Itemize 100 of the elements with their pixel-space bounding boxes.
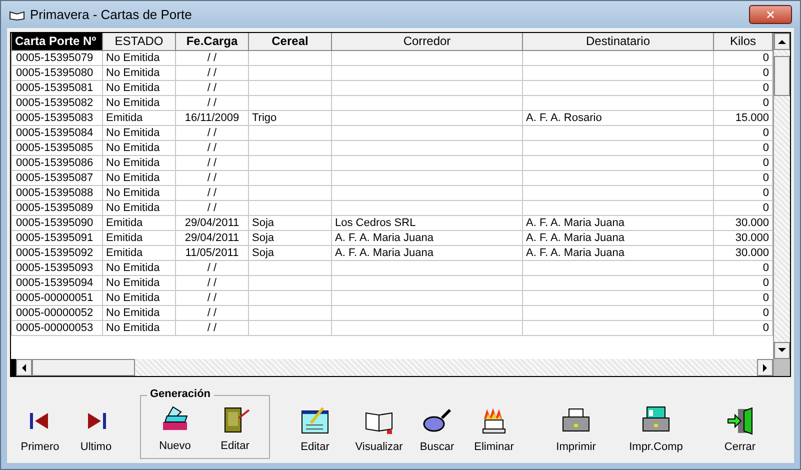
scroll-thumb[interactable] [774,56,790,96]
table-cell: 0 [762,142,769,154]
group-title: Generación [147,388,214,400]
table-cell: No Emitida [106,262,160,274]
table-cell: / / [207,172,217,184]
table-cell: Trigo [252,112,277,124]
table-cell: Soja [252,246,274,258]
scroll-up-button[interactable] [774,33,790,50]
scroll-left-button[interactable] [16,359,32,376]
scrollbar-corner [774,359,790,376]
table-cell: 0 [762,52,769,64]
first-button[interactable]: Primero [16,405,64,461]
book-icon [9,8,25,20]
table-cell: A. F. A. Maria Juana [526,246,624,258]
table-cell: 0 [762,262,769,274]
up-arrow-icon [778,39,786,44]
table-cell: 0 [762,306,769,318]
table-cell: / / [207,202,217,214]
table-cell: / / [207,292,217,304]
table-cell: Emitida [106,112,143,124]
new-button[interactable]: Nuevo [145,404,205,458]
table-cell: 0005-00000051 [16,292,94,304]
table-cell: 0 [762,292,769,304]
table-cell: No Emitida [106,306,160,318]
column-header[interactable]: Corredor [332,33,522,50]
table-cell: 0005-15395084 [16,126,94,138]
table-cell: / / [207,156,217,168]
table-cell: No Emitida [106,292,160,304]
table-cell: 0005-15395089 [16,202,94,214]
table-cell: / / [207,82,217,94]
table-cell: 0005-15395091 [16,232,94,244]
table-cell: 0 [762,82,769,94]
table-cell: / / [207,306,217,318]
table-cell: 0005-00000053 [16,322,94,334]
table-cell: 30.000 [735,232,769,244]
table-cell: / / [207,126,217,138]
table-cell: A. F. A. Maria Juana [526,232,624,244]
column-header[interactable]: ESTADO [102,33,176,50]
table-cell: No Emitida [106,276,160,288]
scroll-thumb[interactable] [32,359,135,376]
table-cell: No Emitida [106,52,160,64]
table-cell: No Emitida [106,66,160,78]
horizontal-scrollbar[interactable] [11,359,773,376]
table-cell: 0 [762,172,769,184]
table-cell: 0005-15395088 [16,186,94,198]
left-arrow-icon [21,364,27,372]
table-cell: / / [207,52,217,64]
table-cell: 0 [762,96,769,108]
table-cell: 0 [762,126,769,138]
vertical-scrollbar[interactable] [773,33,790,376]
table-cell: 15.000 [735,112,769,124]
last-button[interactable]: Ultimo [72,405,120,461]
table-cell: / / [207,66,217,78]
scroll-right-button[interactable] [757,359,773,376]
table-cell: 0005-15395093 [16,262,94,274]
table-cell: 0005-15395086 [16,156,94,168]
table-cell: 29/04/2011 [184,216,240,228]
table-cell: / / [207,186,217,198]
table-cell: No Emitida [106,96,160,108]
table-cell: 0005-15395081 [16,82,94,94]
table-cell: 0005-15395090 [16,216,94,228]
edit-button[interactable]: Editar [205,404,265,458]
close-button[interactable]: Cerrar [716,405,764,461]
delete-button[interactable]: Eliminar [466,405,522,461]
table-cell: A. F. A. Maria Juana [335,246,434,258]
table-cell: 0 [762,202,769,214]
table-cell: / / [207,142,217,154]
table-cell: 16/11/2009 [184,112,240,124]
print-button[interactable]: Imprimir [546,405,606,461]
table-cell: 0005-15395080 [16,66,94,78]
down-arrow-icon [778,348,786,353]
table-cell: 0 [762,66,769,78]
print-button[interactable]: Impr.Comp [620,405,692,461]
table-cell: No Emitida [106,186,160,198]
edit-button[interactable]: Editar [290,405,340,461]
table-cell: 30.000 [735,246,769,258]
column-header[interactable]: Carta Porte Nº [12,33,102,50]
column-header[interactable]: Destinatario [522,33,714,50]
table-cell: No Emitida [106,322,160,334]
table-cell: No Emitida [106,156,160,168]
column-header[interactable]: Cereal [248,33,332,50]
table-cell: 0005-00000052 [16,306,94,318]
scroll-down-button[interactable] [774,342,790,359]
table-cell: Emitida [106,232,143,244]
table-cell: 0005-15395079 [16,52,94,64]
table-cell: No Emitida [106,82,160,94]
table-cell: A. F. A. Maria Juana [526,216,624,228]
table-cell: Soja [252,216,274,228]
table-cell: / / [207,322,217,334]
table-cell: A. F. A. Rosario [526,112,602,124]
column-header[interactable]: Fe.Carga [176,33,248,50]
table-cell: Los Cedros SRL [335,216,416,228]
search-button[interactable]: Buscar [414,405,460,461]
column-header[interactable]: Kilos [714,33,772,50]
table-cell: 0005-15395094 [16,276,94,288]
view-button[interactable]: Visualizar [348,405,410,461]
table-cell: 30.000 [735,216,769,228]
table-cell: / / [207,276,217,288]
window-title: Primavera - Cartas de Porte [30,7,192,22]
table-cell: 0 [762,276,769,288]
